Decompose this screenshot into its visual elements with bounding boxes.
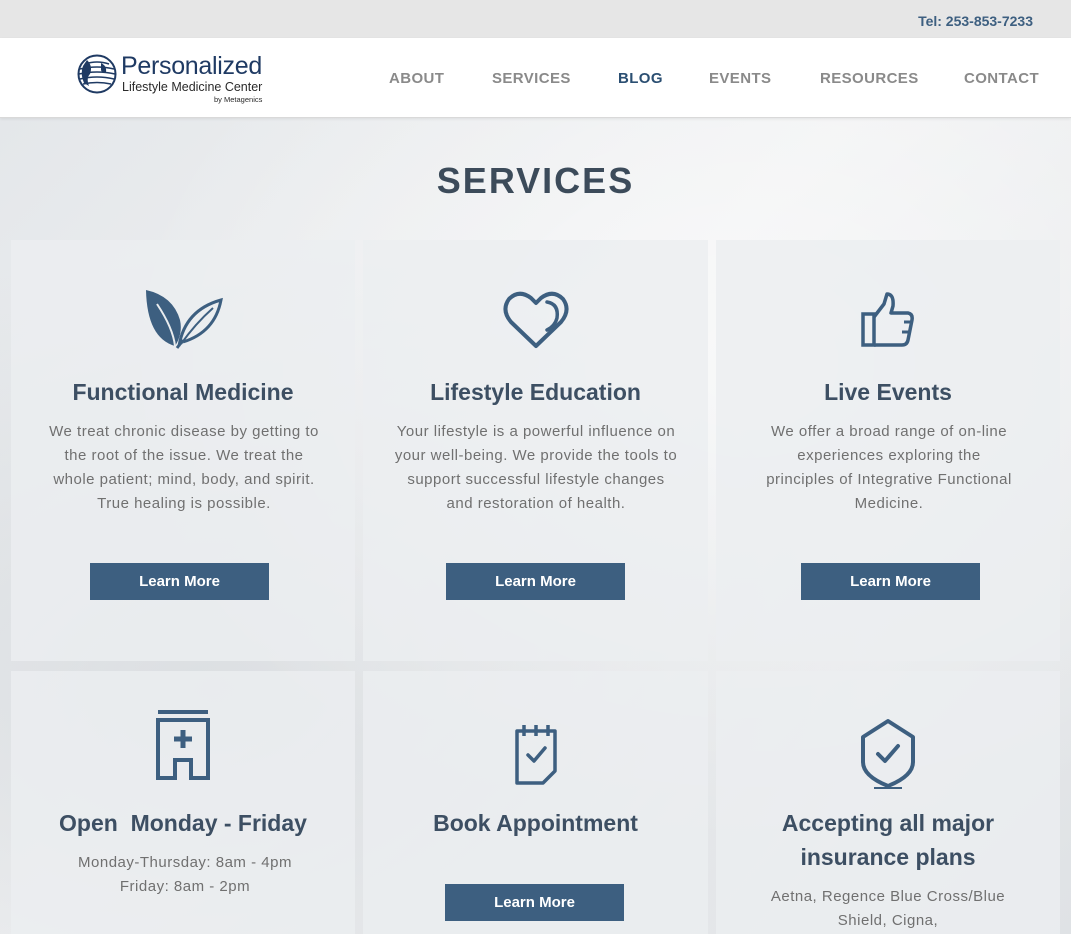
card-text: We offer a broad range of on-line experi… bbox=[766, 423, 1012, 512]
nav-about[interactable]: ABOUT bbox=[389, 70, 444, 87]
card-title: Live Events bbox=[824, 379, 952, 405]
card-title: Functional Medicine bbox=[72, 379, 294, 405]
card-title: Book Appointment bbox=[433, 810, 638, 836]
logo-line3: by Metagenics bbox=[214, 95, 263, 104]
phone-link[interactable]: Tel: 253-853-7233 bbox=[918, 13, 1033, 29]
learn-more-button[interactable]: Learn More bbox=[445, 884, 624, 921]
service-card-lifestyle-education: Lifestyle Education Your lifestyle is a … bbox=[363, 240, 708, 661]
shield-check-icon bbox=[861, 719, 915, 789]
card-text: We treat chronic disease by getting to t… bbox=[49, 423, 319, 512]
heart-icon bbox=[503, 291, 568, 348]
learn-more-button[interactable]: Learn More bbox=[90, 563, 269, 600]
info-card-insurance: Accepting all major insurance plans Aetn… bbox=[716, 671, 1060, 934]
nav-events[interactable]: EVENTS bbox=[709, 70, 771, 87]
section-title: SERVICES bbox=[436, 160, 635, 201]
card-title: Accepting all major insurance plans bbox=[781, 810, 995, 870]
site-header: Personalized Lifestyle Medicine Center b… bbox=[0, 38, 1071, 118]
leaf-icon bbox=[146, 290, 223, 349]
card-title: Open Monday - Friday bbox=[59, 810, 307, 836]
learn-more-button[interactable]: Learn More bbox=[801, 563, 980, 600]
nav-blog[interactable]: BLOG bbox=[618, 70, 663, 87]
card-text: Aetna, Regence Blue Cross/Blue Shield, C… bbox=[770, 888, 1006, 929]
card-title: Lifestyle Education bbox=[430, 379, 641, 405]
nav-services[interactable]: SERVICES bbox=[492, 70, 571, 87]
nav-resources[interactable]: RESOURCES bbox=[820, 70, 919, 87]
nav-contact[interactable]: CONTACT bbox=[964, 70, 1039, 87]
service-card-functional-medicine: Functional Medicine We treat chronic dis… bbox=[11, 240, 355, 661]
clipboard-check-icon bbox=[514, 725, 557, 785]
service-card-live-events: Live Events We offer a broad range of on… bbox=[716, 240, 1060, 661]
info-card-book-appointment: Book Appointment Learn More bbox=[363, 671, 708, 934]
info-card-hours: Open Monday - Friday Monday-Thursday: 8a… bbox=[11, 671, 355, 934]
card-text: Monday-Thursday: 8am - 4pm Friday: 8am -… bbox=[78, 854, 292, 895]
card-text: Your lifestyle is a powerful influence o… bbox=[394, 423, 678, 512]
hospital-icon bbox=[156, 710, 210, 780]
learn-more-button[interactable]: Learn More bbox=[446, 563, 625, 600]
thumbs-up-icon bbox=[861, 292, 914, 347]
top-bar: Tel: 253-853-7233 bbox=[0, 0, 1071, 38]
main-nav: ABOUT SERVICES BLOG EVENTS RESOURCES CON… bbox=[0, 70, 1071, 90]
